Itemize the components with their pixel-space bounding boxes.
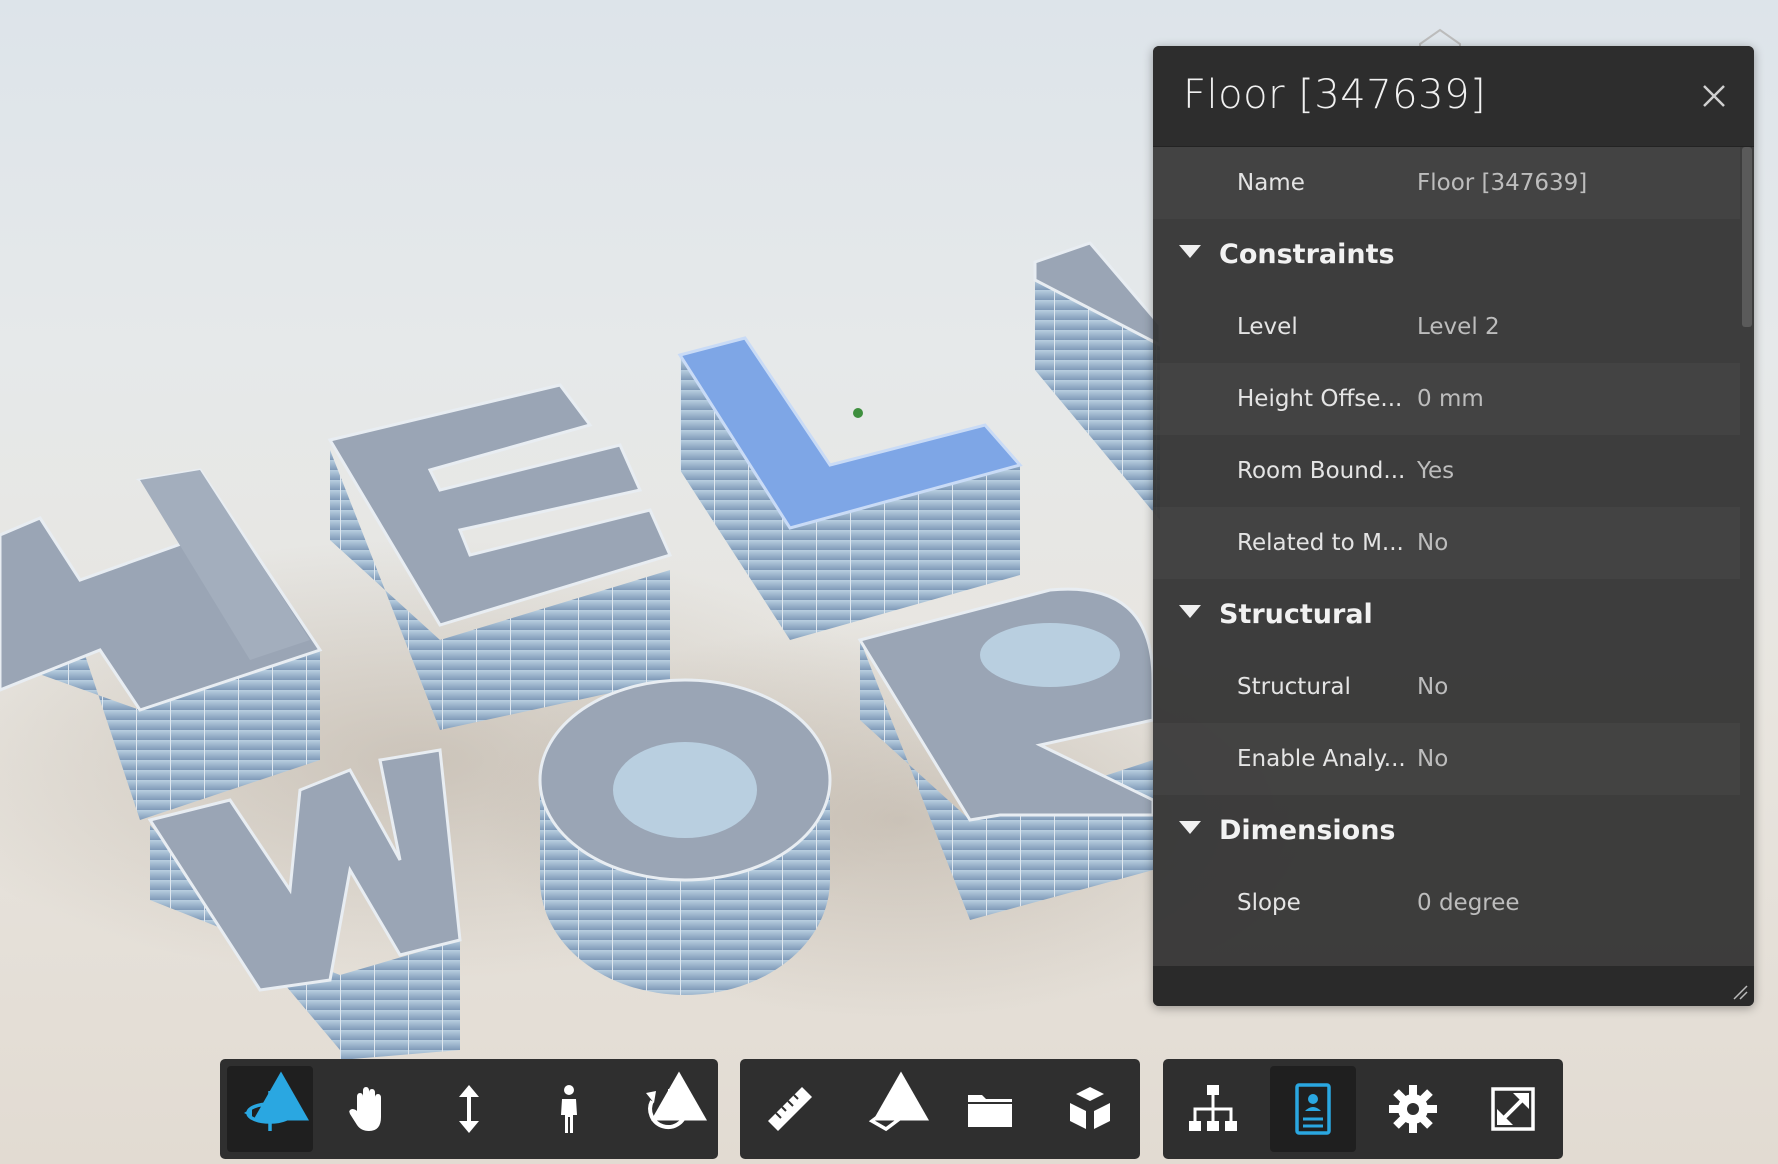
caret-down-icon[interactable] — [1179, 821, 1201, 835]
flyout-indicator-icon — [873, 1071, 929, 1121]
property-label: Related to M... — [1237, 530, 1404, 556]
property-row-structural[interactable]: Structural No — [1153, 651, 1740, 723]
pan-button[interactable] — [327, 1066, 413, 1152]
panel-header[interactable]: Floor [347639] — [1153, 46, 1754, 147]
settings-button[interactable] — [1370, 1066, 1456, 1152]
measure-button[interactable] — [747, 1066, 833, 1152]
property-value: Floor [347639] — [1417, 170, 1588, 196]
zoom-button[interactable] — [426, 1066, 512, 1152]
property-value: Level 2 — [1417, 314, 1500, 340]
category-label: Dimensions — [1219, 815, 1396, 846]
explode-model-icon — [1070, 1087, 1110, 1129]
camera-interactions-button[interactable] — [625, 1066, 711, 1152]
measure-icon — [768, 1087, 812, 1131]
model-browser-icon — [1189, 1085, 1237, 1131]
property-label: Height Offse... — [1237, 386, 1403, 412]
property-row-enable-analytical[interactable]: Enable Analy... No — [1153, 723, 1740, 795]
property-row-level[interactable]: Level Level 2 — [1153, 291, 1740, 363]
pan-icon — [349, 1087, 382, 1131]
settings-icon — [1389, 1085, 1437, 1133]
fullscreen-icon — [1491, 1087, 1535, 1131]
property-label: Name — [1237, 170, 1305, 196]
category-label: Constraints — [1219, 239, 1395, 270]
section-analysis-button[interactable] — [847, 1066, 933, 1152]
property-label: Slope — [1237, 890, 1301, 916]
toolbar-tools-group — [740, 1059, 1140, 1159]
property-label: Room Bound... — [1237, 458, 1406, 484]
toolbar-navigation-group — [220, 1059, 718, 1159]
category-label: Structural — [1219, 599, 1373, 630]
properties-panel: Floor [347639] Name Floor [347639] Const… — [1153, 46, 1754, 1006]
category-constraints[interactable]: Constraints — [1153, 219, 1740, 291]
building-letter-o[interactable] — [538, 678, 832, 995]
panel-title: Floor [347639] — [1183, 72, 1487, 118]
building-letter-l2[interactable] — [1033, 241, 1162, 520]
property-label: Level — [1237, 314, 1298, 340]
zoom-icon — [458, 1085, 479, 1133]
property-row-name[interactable]: Name Floor [347639] — [1153, 147, 1740, 219]
orbit-button[interactable] — [227, 1066, 313, 1152]
scrollbar[interactable] — [1742, 147, 1752, 327]
property-value: Yes — [1417, 458, 1455, 484]
flyout-indicator-icon — [650, 1071, 707, 1121]
caret-down-icon[interactable] — [1179, 605, 1201, 619]
first-person-icon — [560, 1085, 577, 1133]
caret-down-icon[interactable] — [1179, 245, 1201, 259]
model-browser-button[interactable] — [1170, 1066, 1256, 1152]
category-structural[interactable]: Structural — [1153, 579, 1740, 651]
toolbar-settings-group — [1163, 1059, 1563, 1159]
property-value: 0 degree — [1417, 890, 1520, 916]
property-value: No — [1417, 674, 1449, 700]
resize-handle-icon[interactable] — [1732, 984, 1748, 1000]
property-value: 0 mm — [1417, 386, 1484, 412]
properties-button[interactable] — [1270, 1066, 1356, 1152]
property-value: No — [1417, 530, 1449, 556]
properties-list[interactable]: Name Floor [347639] Constraints Level Le… — [1153, 147, 1754, 967]
properties-icon — [1295, 1083, 1331, 1135]
pivot-point — [853, 408, 863, 418]
panel-footer — [1153, 966, 1754, 1006]
flyout-indicator-icon — [252, 1071, 309, 1121]
property-label: Enable Analy... — [1237, 746, 1406, 772]
close-icon[interactable] — [1698, 80, 1730, 112]
property-label: Structural — [1237, 674, 1351, 700]
property-value: No — [1417, 746, 1449, 772]
folder-icon — [968, 1095, 1012, 1127]
property-row-slope[interactable]: Slope 0 degree — [1153, 867, 1740, 939]
folder-button[interactable] — [947, 1066, 1033, 1152]
property-row-height-offset[interactable]: Height Offse... 0 mm — [1153, 363, 1740, 435]
first-person-button[interactable] — [526, 1066, 612, 1152]
explode-model-button[interactable] — [1047, 1066, 1133, 1152]
fullscreen-button[interactable] — [1470, 1066, 1556, 1152]
property-row-room-bounding[interactable]: Room Bound... Yes — [1153, 435, 1740, 507]
property-row-related-to-mass[interactable]: Related to M... No — [1153, 507, 1740, 579]
category-dimensions[interactable]: Dimensions — [1153, 795, 1740, 867]
